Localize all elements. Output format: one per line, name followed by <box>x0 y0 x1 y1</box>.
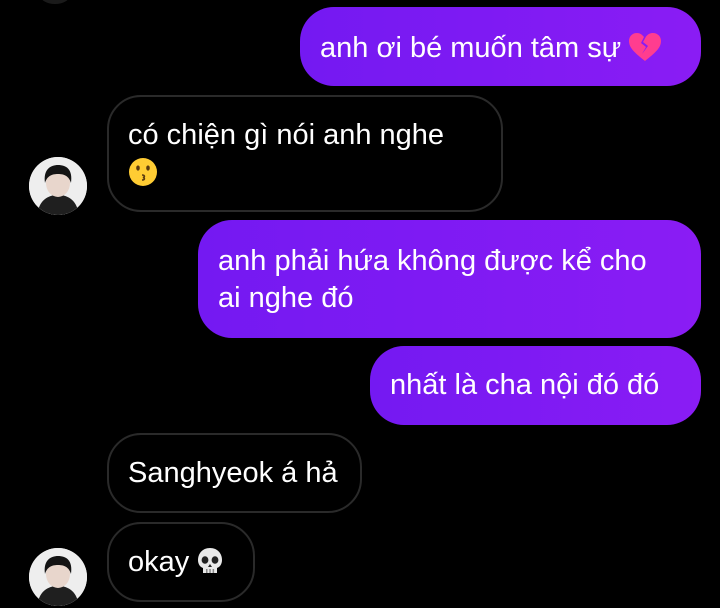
received-message-bubble[interactable]: có chiện gì nói anh nghe <box>107 95 503 212</box>
avatar-partial <box>40 0 70 4</box>
message-text-line: ai nghe đó <box>218 282 354 314</box>
avatar[interactable] <box>29 157 87 215</box>
sent-message-bubble[interactable]: anh phải hứa không được kể cho ai nghe đ… <box>198 220 701 338</box>
received-message-bubble[interactable]: okay <box>107 522 255 602</box>
received-message-bubble[interactable]: Sanghyeok á hả <box>107 433 362 513</box>
sent-message-bubble[interactable]: nhất là cha nội đó đó <box>370 346 701 425</box>
message-text: nhất là cha nội đó đó <box>390 369 660 401</box>
kissing-face-icon <box>128 157 158 187</box>
sent-message-bubble[interactable]: anh ơi bé muốn tâm sự <box>300 7 701 86</box>
message-text: Sanghyeok á hả <box>128 457 338 489</box>
message-text: anh ơi bé muốn tâm sự <box>320 32 622 64</box>
avatar[interactable] <box>29 548 87 606</box>
skull-icon <box>195 546 225 576</box>
message-text: có chiện gì nói anh nghe <box>128 119 445 151</box>
broken-heart-icon <box>627 31 663 63</box>
chat-thread: anh ơi bé muốn tâm sự có chiện gì nói an… <box>0 0 720 608</box>
message-text: okay <box>128 546 190 578</box>
message-text-line: anh phải hứa không được kể cho <box>218 245 647 277</box>
